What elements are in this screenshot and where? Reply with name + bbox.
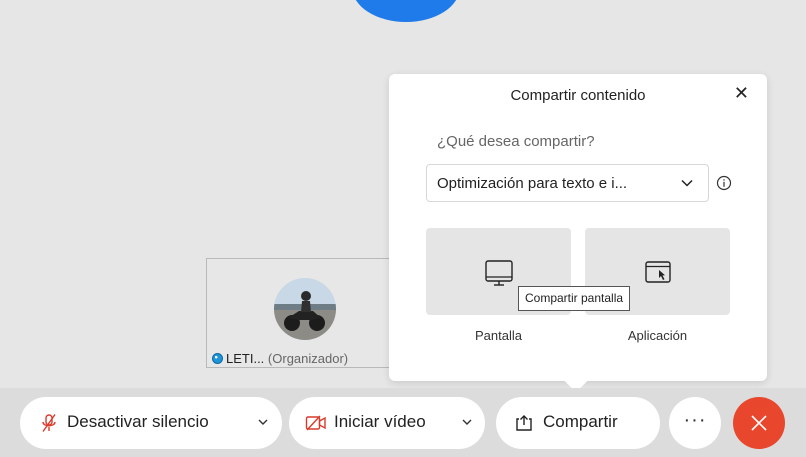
unmute-button[interactable]: Desactivar silencio	[20, 397, 282, 449]
start-video-label: Iniciar vídeo	[334, 412, 426, 431]
close-icon	[751, 415, 767, 431]
presence-icon	[212, 353, 223, 364]
leave-meeting-button[interactable]	[733, 397, 785, 449]
share-content-dialog: Compartir contenido ✕ ¿Qué desea compart…	[389, 74, 767, 381]
optimization-select[interactable]: Optimización para texto e i...	[426, 164, 709, 202]
chevron-down-icon[interactable]	[461, 416, 473, 428]
meeting-toolbar: Desactivar silencio Iniciar vídeo Compar…	[0, 388, 806, 457]
dialog-title: Compartir contenido	[510, 87, 646, 104]
participant-name-label: LETI... (Organizador)	[212, 351, 348, 366]
monitor-icon	[484, 260, 513, 286]
share-label: Compartir	[543, 412, 618, 431]
avatar-photo-icon	[274, 278, 336, 340]
start-video-button[interactable]: Iniciar vídeo	[289, 397, 485, 449]
more-options-button[interactable]: ···	[669, 397, 721, 449]
chevron-down-icon[interactable]	[257, 416, 269, 428]
more-icon: ···	[683, 409, 707, 431]
share-upload-icon	[516, 415, 532, 431]
participant-tile[interactable]: LETI... (Organizador)	[206, 258, 390, 368]
unmute-label: Desactivar silencio	[67, 412, 209, 431]
participant-role: (Organizador)	[267, 351, 349, 366]
share-application-label: Aplicación	[627, 328, 688, 343]
share-question: ¿Qué desea compartir?	[437, 133, 595, 150]
chevron-down-icon	[681, 179, 693, 187]
info-icon[interactable]	[716, 175, 732, 191]
application-window-icon	[644, 261, 671, 283]
share-screen-label: Pantalla	[475, 328, 522, 343]
microphone-muted-icon	[42, 414, 56, 432]
share-screen-tooltip: Compartir pantalla	[518, 286, 631, 311]
optimization-select-value: Optimización para texto e i...	[437, 175, 628, 192]
participant-avatar	[274, 278, 336, 340]
share-button[interactable]: Compartir	[496, 397, 660, 449]
participant-name: LETI...	[226, 351, 265, 366]
camera-off-icon	[305, 415, 326, 431]
meeting-stage: LETI... (Organizador) Compartir contenid…	[0, 0, 806, 388]
active-speaker-indicator	[352, 0, 460, 22]
close-icon[interactable]: ✕	[734, 84, 749, 102]
